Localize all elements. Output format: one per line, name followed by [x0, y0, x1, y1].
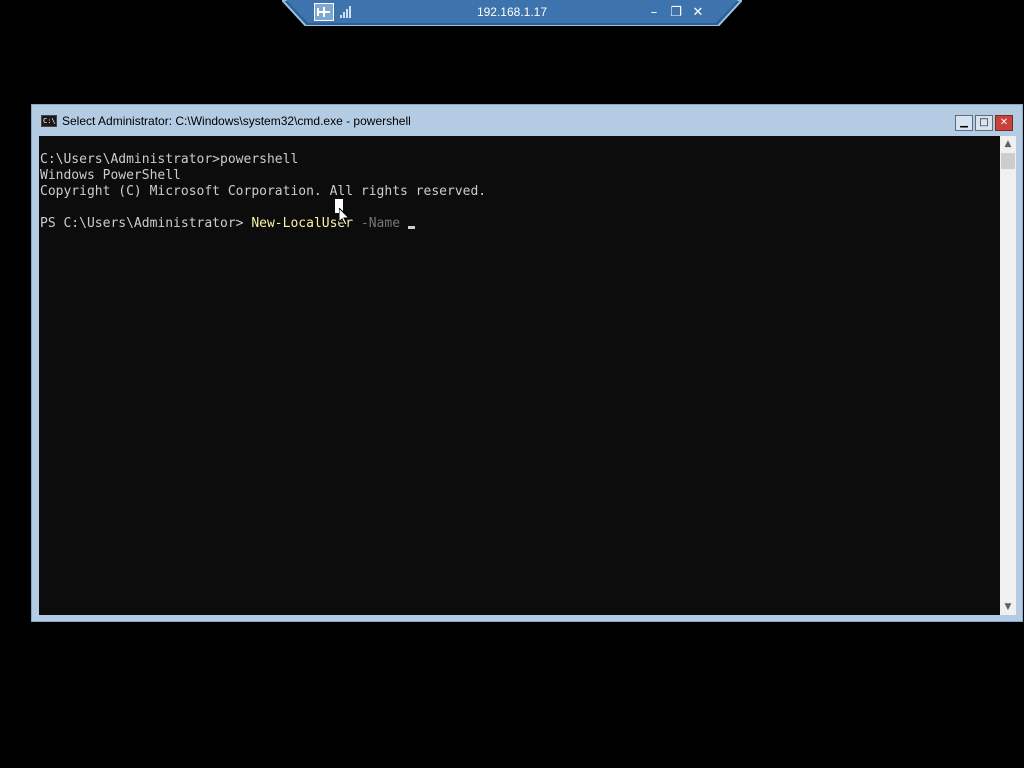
connection-signal-icon[interactable]	[338, 3, 354, 21]
command-text: New-LocalUser	[251, 216, 354, 231]
parameter-text: -Name	[353, 216, 408, 231]
console-line: C:\Users\Administrator>powershell	[40, 152, 299, 167]
remote-desktop: 192.168.1.17 – ❐ ✕ C:\ Select Administra…	[0, 0, 1024, 768]
minimize-button[interactable]: ▁	[955, 115, 973, 131]
close-button[interactable]: ✕	[995, 115, 1013, 131]
pin-icon[interactable]	[314, 3, 334, 21]
console-line: Copyright (C) Microsoft Corporation. All…	[40, 184, 487, 199]
window-title: Select Administrator: C:\Windows\system3…	[62, 114, 411, 128]
vertical-scrollbar[interactable]: ▲ ▼	[1000, 136, 1016, 615]
scroll-up-button[interactable]: ▲	[1000, 136, 1016, 152]
remote-close-button[interactable]: ✕	[690, 3, 706, 21]
window-titlebar[interactable]: C:\ Select Administrator: C:\Windows\sys…	[32, 105, 1022, 137]
scroll-thumb[interactable]	[1001, 153, 1015, 169]
text-caret	[407, 226, 415, 229]
remote-restore-button[interactable]: ❐	[668, 3, 684, 21]
cmd-icon[interactable]: C:\	[41, 115, 57, 127]
console-output[interactable]: C:\Users\Administrator>powershell Window…	[39, 136, 1000, 615]
prompt-text: PS C:\Users\Administrator>	[40, 216, 252, 231]
mouse-pointer-icon	[339, 208, 351, 226]
maximize-button[interactable]: □	[975, 115, 993, 131]
remote-connection-bar: 192.168.1.17 – ❐ ✕	[282, 0, 742, 26]
console-window: C:\ Select Administrator: C:\Windows\sys…	[31, 104, 1023, 622]
connection-address: 192.168.1.17	[476, 5, 548, 19]
console-line: Windows PowerShell	[40, 168, 181, 183]
scroll-down-button[interactable]: ▼	[1000, 599, 1016, 615]
remote-minimize-button[interactable]: –	[646, 3, 662, 21]
prompt-line[interactable]: PS C:\Users\Administrator> New-LocalUser…	[40, 216, 415, 232]
